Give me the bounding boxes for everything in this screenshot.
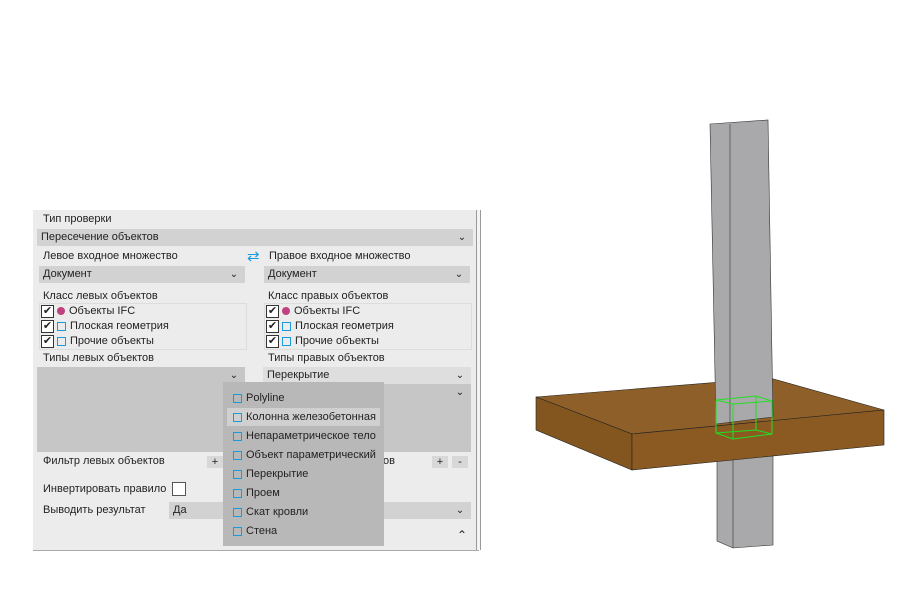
column-upper	[709, 119, 774, 425]
3d-viewport[interactable]	[0, 0, 901, 600]
